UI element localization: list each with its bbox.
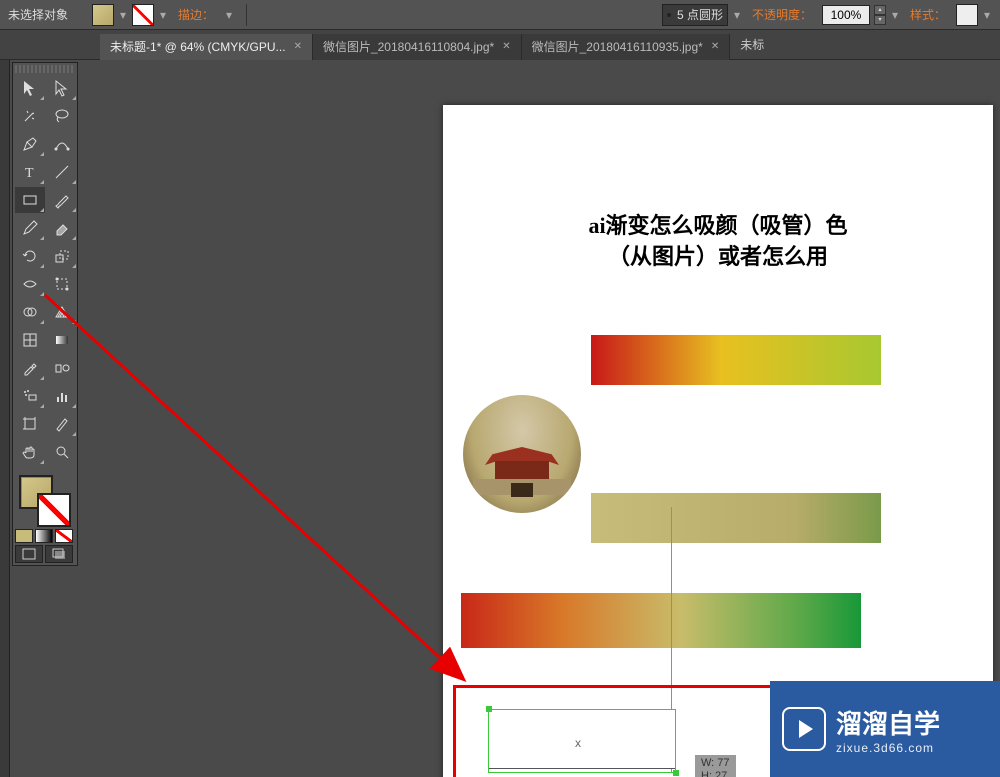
type-tool[interactable]: T bbox=[15, 159, 45, 185]
symbol-sprayer-tool[interactable] bbox=[15, 383, 45, 409]
divider bbox=[246, 4, 247, 26]
opacity-stepper[interactable]: ▴▾ bbox=[874, 5, 886, 25]
scale-tool[interactable] bbox=[47, 243, 77, 269]
fill-stroke-block[interactable] bbox=[15, 471, 75, 527]
anchor-handle[interactable] bbox=[673, 770, 679, 776]
slice-tool[interactable] bbox=[47, 411, 77, 437]
draw-normal[interactable] bbox=[15, 545, 43, 563]
mesh-tool[interactable] bbox=[15, 327, 45, 353]
width-tool[interactable] bbox=[15, 271, 45, 297]
close-icon[interactable]: ✕ bbox=[502, 41, 510, 52]
anchor-handle[interactable] bbox=[486, 706, 492, 712]
hand-tool[interactable] bbox=[15, 439, 45, 465]
stroke-weight-value: 5 点圆形 bbox=[677, 6, 723, 23]
tab-overflow: 未标 bbox=[730, 32, 774, 57]
rectangle-tool[interactable] bbox=[15, 187, 45, 213]
draw-behind[interactable] bbox=[45, 545, 73, 563]
shape-builder-tool[interactable] bbox=[15, 299, 45, 325]
watermark-brand: 溜溜自学 bbox=[836, 704, 940, 741]
color-mode-gradient[interactable] bbox=[35, 529, 53, 543]
color-mode-none[interactable] bbox=[55, 529, 73, 543]
free-transform-tool[interactable] bbox=[47, 271, 77, 297]
eraser-tool[interactable] bbox=[47, 215, 77, 241]
magic-wand-tool[interactable] bbox=[15, 103, 45, 129]
perspective-grid-tool[interactable] bbox=[47, 299, 77, 325]
fill-swatch[interactable] bbox=[92, 4, 114, 26]
graph-tool[interactable] bbox=[47, 383, 77, 409]
rotate-tool[interactable] bbox=[15, 243, 45, 269]
gradient-sample-3 bbox=[461, 593, 861, 648]
graphic-style-swatch[interactable] bbox=[956, 4, 978, 26]
artboard[interactable]: ai渐变怎么吸颜（吸管）色 （从图片）或者怎么用 x W: 77 H: 27 bbox=[443, 105, 993, 777]
pen-tool[interactable] bbox=[15, 131, 45, 157]
panel-strip[interactable] bbox=[0, 60, 10, 777]
drawn-rectangle[interactable] bbox=[488, 709, 676, 769]
selection-status: 未选择对象 bbox=[8, 6, 68, 23]
close-icon[interactable]: ✕ bbox=[294, 41, 302, 52]
gradient-sample-2 bbox=[591, 493, 881, 543]
eyedropper-tool[interactable] bbox=[15, 355, 45, 381]
stroke-dropdown[interactable]: ▾ bbox=[158, 8, 168, 22]
tab-doc-2[interactable]: 微信图片_20180416110804.jpg* ✕ bbox=[313, 34, 522, 60]
dimension-tooltip: W: 77 H: 27 bbox=[695, 755, 736, 777]
direct-selection-tool[interactable] bbox=[47, 75, 77, 101]
color-mode-solid[interactable] bbox=[15, 529, 33, 543]
watermark-url: zixue.3d66.com bbox=[836, 741, 940, 755]
stroke-weight-dropdown[interactable]: ▾ bbox=[224, 8, 234, 22]
tab-label: 微信图片_20180416110935.jpg* bbox=[532, 38, 703, 55]
toolbox: T bbox=[12, 62, 78, 566]
tab-doc-3[interactable]: 微信图片_20180416110935.jpg* ✕ bbox=[522, 34, 731, 60]
stroke-swatch[interactable] bbox=[132, 4, 154, 26]
opacity-input[interactable] bbox=[822, 5, 870, 25]
gradient-tool[interactable] bbox=[47, 327, 77, 353]
selection-tool[interactable] bbox=[15, 75, 45, 101]
style-label: 样式： bbox=[910, 6, 946, 23]
stroke-color[interactable] bbox=[37, 493, 71, 527]
close-icon[interactable]: ✕ bbox=[711, 41, 719, 52]
watermark: 溜溜自学 zixue.3d66.com bbox=[770, 681, 1000, 777]
line-tool[interactable] bbox=[47, 159, 77, 185]
stroke-label: 描边： bbox=[178, 6, 214, 23]
artboard-title: ai渐变怎么吸颜（吸管）色 （从图片）或者怎么用 bbox=[443, 211, 993, 273]
opacity-label: 不透明度： bbox=[752, 6, 812, 23]
zoom-tool[interactable] bbox=[47, 439, 77, 465]
style-dropdown[interactable]: ▾ bbox=[982, 8, 992, 22]
play-icon bbox=[782, 707, 826, 751]
blend-tool[interactable] bbox=[47, 355, 77, 381]
tab-label: 未标题-1* @ 64% (CMYK/GPU... bbox=[110, 38, 286, 55]
canvas[interactable]: ai渐变怎么吸颜（吸管）色 （从图片）或者怎么用 x W: 77 H: 27 bbox=[90, 60, 1000, 777]
opacity-dropdown[interactable]: ▾ bbox=[890, 8, 900, 22]
reference-image-circle bbox=[463, 395, 581, 513]
panel-grip[interactable] bbox=[15, 65, 75, 73]
tab-label: 微信图片_20180416110804.jpg* bbox=[323, 38, 494, 55]
svg-text:T: T bbox=[25, 166, 34, 181]
stroke-profile-dropdown[interactable]: ▾ bbox=[732, 8, 742, 22]
center-mark: x bbox=[575, 736, 581, 750]
gradient-sample-1 bbox=[591, 335, 881, 385]
pencil-tool[interactable] bbox=[15, 215, 45, 241]
stroke-profile[interactable]: 5 点圆形 bbox=[662, 4, 728, 26]
artboard-tool[interactable] bbox=[15, 411, 45, 437]
curvature-tool[interactable] bbox=[47, 131, 77, 157]
lasso-tool[interactable] bbox=[47, 103, 77, 129]
tab-doc-1[interactable]: 未标题-1* @ 64% (CMYK/GPU... ✕ bbox=[100, 34, 313, 60]
document-tabs: 未标题-1* @ 64% (CMYK/GPU... ✕ 微信图片_2018041… bbox=[0, 30, 1000, 60]
fill-dropdown[interactable]: ▾ bbox=[118, 8, 128, 22]
paintbrush-tool[interactable] bbox=[47, 187, 77, 213]
